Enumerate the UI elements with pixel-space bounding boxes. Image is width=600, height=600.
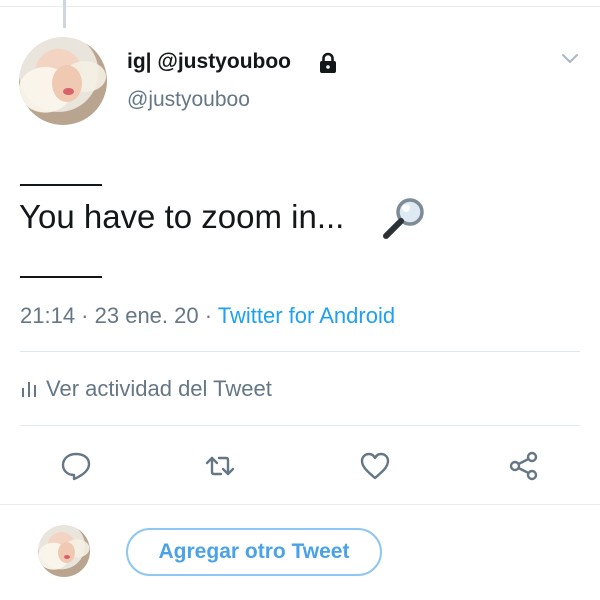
chevron-down-icon[interactable] xyxy=(560,52,580,66)
meta-separator: · xyxy=(75,303,95,328)
author-display-name[interactable]: ig| @justyouboo xyxy=(127,50,291,74)
view-activity-label: Ver actividad del Tweet xyxy=(46,376,272,401)
tweet-metadata: 21:14 · 23 ene. 20 · Twitter for Android xyxy=(20,303,395,329)
divider xyxy=(0,504,600,505)
author-avatar[interactable] xyxy=(19,37,107,125)
divider xyxy=(20,351,580,352)
reply-icon[interactable] xyxy=(59,450,93,482)
thread-connector-line xyxy=(63,0,66,28)
tweet-source-link[interactable]: Twitter for Android xyxy=(218,303,395,328)
author-handle[interactable]: @justyouboo xyxy=(127,88,250,112)
meta-separator: · xyxy=(198,303,218,328)
text-rule-top xyxy=(20,184,102,186)
tweet-date: 23 ene. 20 xyxy=(94,303,199,328)
magnifying-glass-icon xyxy=(383,198,424,239)
view-activity-link[interactable]: Ver actividad del Tweet xyxy=(20,376,272,402)
retweet-icon[interactable] xyxy=(203,450,237,482)
tweet-text: You have to zoom in... xyxy=(19,198,345,235)
bar-chart-icon xyxy=(22,382,36,397)
lock-icon xyxy=(320,52,336,73)
add-another-tweet-button[interactable]: Agregar otro Tweet xyxy=(126,528,382,576)
user-avatar[interactable] xyxy=(38,525,90,577)
top-divider xyxy=(0,6,600,7)
divider xyxy=(20,425,580,426)
share-icon[interactable] xyxy=(506,450,540,482)
heart-icon[interactable] xyxy=(358,450,392,482)
text-rule-bottom xyxy=(20,276,102,278)
tweet-time: 21:14 xyxy=(20,303,76,328)
